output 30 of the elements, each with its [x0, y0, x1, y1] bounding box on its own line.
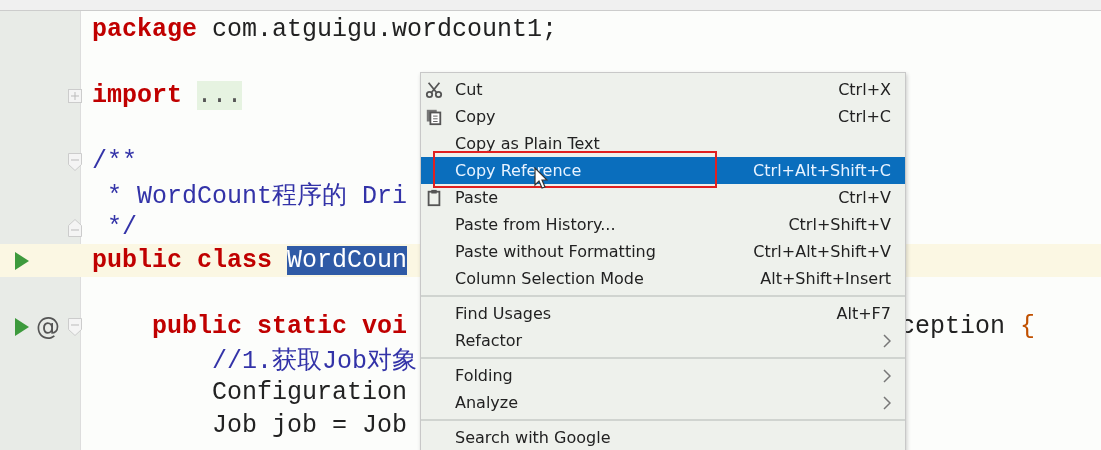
menu-item[interactable]: Paste Ctrl+V: [421, 184, 905, 211]
copy-icon: [425, 107, 443, 126]
code-line: * WordCount程序的 Dri: [106, 181, 408, 211]
code-line: /**: [92, 147, 137, 176]
code-line: Configuration: [211, 378, 408, 407]
code-line: package com.atguigu.wordcount1;: [92, 15, 558, 44]
menu-item[interactable]: Folding: [421, 362, 905, 389]
menu-item[interactable]: Paste from History... Ctrl+Shift+V: [421, 211, 905, 238]
clipboard-icon: [425, 188, 443, 207]
code-line: import ...: [92, 81, 243, 110]
code-line: public class WordCoun: [92, 246, 408, 275]
code-line: public static voi: [151, 312, 408, 341]
menu-item[interactable]: Column Selection Mode Alt+Shift+Insert: [421, 265, 905, 292]
menu-item[interactable]: Copy Ctrl+C: [421, 103, 905, 130]
override-marker[interactable]: @: [36, 312, 60, 341]
code-line: */: [106, 213, 137, 242]
menu-item[interactable]: Paste without Formatting Ctrl+Alt+Shift+V: [421, 238, 905, 265]
run-icon[interactable]: [14, 316, 30, 337]
code-line: //1.获取Job对象: [211, 346, 418, 376]
menu-item[interactable]: Cut Ctrl+X: [421, 76, 905, 103]
menu-item[interactable]: Refactor: [421, 327, 905, 354]
run-icon[interactable]: [14, 250, 30, 271]
menu-item[interactable]: Copy Reference Ctrl+Alt+Shift+C: [421, 157, 905, 184]
menu-item[interactable]: Analyze: [421, 389, 905, 416]
menu-item[interactable]: Search with Google: [421, 424, 905, 450]
expand-fold-icon[interactable]: [68, 86, 82, 105]
scissors-icon: [425, 80, 443, 99]
menu-item[interactable]: Copy as Plain Text: [421, 130, 905, 157]
menu-item[interactable]: Find Usages Alt+F7: [421, 300, 905, 327]
code-line: Job job = Job: [211, 411, 408, 440]
